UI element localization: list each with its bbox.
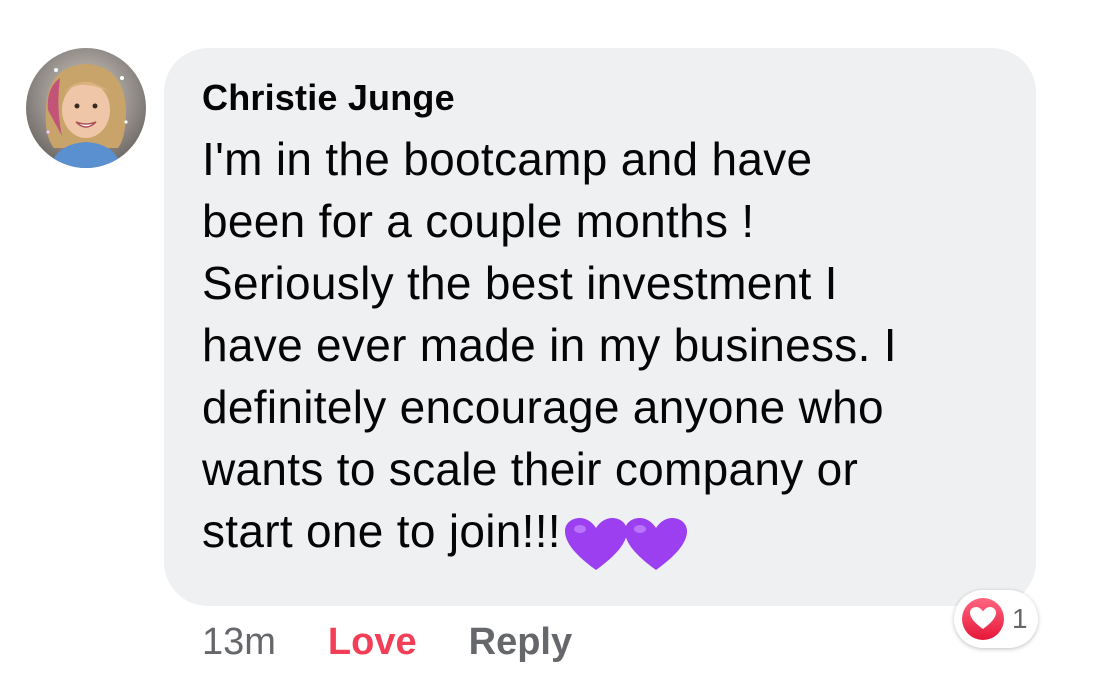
comment-text-line: have ever made in my business. I xyxy=(202,319,897,371)
comment-actions: 13m Love Reply xyxy=(202,612,572,672)
comment-author[interactable]: Christie Junge xyxy=(202,74,998,122)
comment-text-line: been for a couple months ! xyxy=(202,195,755,247)
purple-heart-icon xyxy=(624,517,687,570)
love-reaction-button[interactable]: Love xyxy=(328,612,417,672)
purple-heart-icon xyxy=(564,517,627,570)
comment-text-line: Seriously the best investment I xyxy=(202,257,838,309)
comment-text: I'm in the bootcamp and have been for a … xyxy=(202,128,998,574)
reaction-count: 1 xyxy=(1012,603,1028,634)
comment-text-line: wants to scale their company or xyxy=(202,443,859,495)
profile-photo-icon xyxy=(26,48,146,168)
comment-timestamp[interactable]: 13m xyxy=(202,612,276,672)
avatar[interactable] xyxy=(26,48,146,168)
comment-bubble: Christie Junge I'm in the bootcamp and h… xyxy=(164,48,1036,606)
comment-text-line: I'm in the bootcamp and have xyxy=(202,133,813,185)
comment-text-last-line: start one to join!!! xyxy=(202,500,998,574)
reply-button[interactable]: Reply xyxy=(469,612,572,672)
love-reaction-icon xyxy=(962,598,1004,640)
comment: Christie Junge I'm in the bootcamp and h… xyxy=(0,0,1094,674)
reaction-summary[interactable]: 1 xyxy=(954,590,1038,648)
emoji-group xyxy=(563,510,687,574)
comment-text-line: start one to join!!! xyxy=(202,505,561,557)
comment-text-line: definitely encourage anyone who xyxy=(202,381,884,433)
